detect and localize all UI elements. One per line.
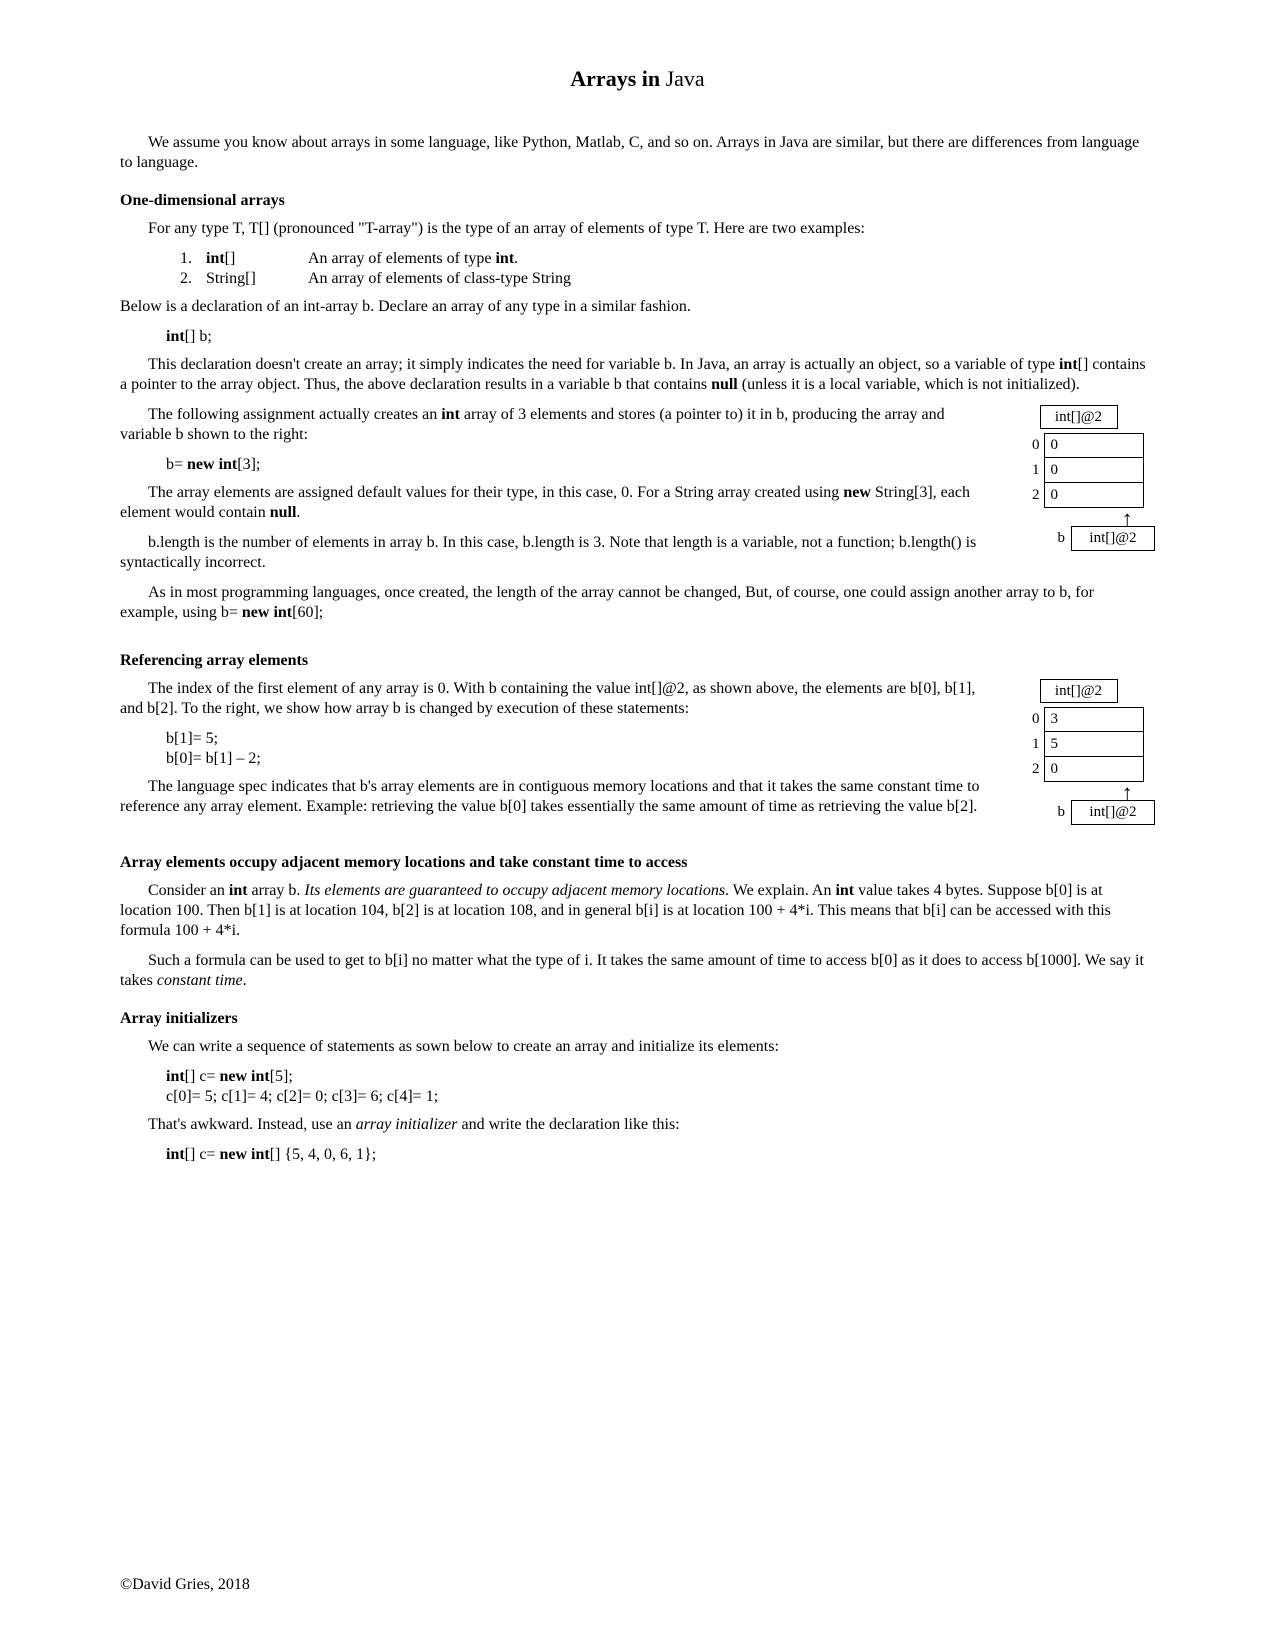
code-block: b[1]= 5; b[0]= b[1] – 2; bbox=[166, 729, 1155, 769]
list-item: 2. String[] An array of elements of clas… bbox=[180, 269, 1155, 289]
paragraph: We assume you know about arrays in some … bbox=[120, 133, 1155, 173]
array-index: 1 bbox=[1020, 732, 1044, 757]
array-row: 2 0 bbox=[1020, 757, 1156, 782]
array-index: 0 bbox=[1020, 433, 1044, 458]
paragraph: The language spec indicates that b's arr… bbox=[120, 777, 1155, 817]
array-row: 2 0 bbox=[1020, 483, 1156, 508]
variable-pointer: b int[]@2 bbox=[1058, 526, 1156, 551]
array-row: 1 5 bbox=[1020, 732, 1156, 757]
section-heading: Referencing array elements bbox=[120, 651, 1155, 671]
array-cell: 0 bbox=[1044, 458, 1144, 483]
array-cell: 0 bbox=[1044, 433, 1144, 458]
section-heading: Array initializers bbox=[120, 1009, 1155, 1029]
paragraph: The array elements are assigned default … bbox=[120, 483, 1155, 523]
code-block: int[] c= new int[5]; c[0]= 5; c[1]= 4; c… bbox=[166, 1067, 1155, 1107]
paragraph: For any type T, T[] (pronounced "T-array… bbox=[120, 219, 1155, 239]
paragraph: b.length is the number of elements in ar… bbox=[120, 533, 1155, 573]
footer-copyright: ©David Gries, 2018 bbox=[120, 1575, 250, 1595]
array-index: 0 bbox=[1020, 707, 1044, 732]
list-desc: An array of elements of type int. bbox=[308, 249, 518, 269]
code-line: int[] c= new int[5]; bbox=[166, 1067, 1155, 1087]
array-object-tag: int[]@2 bbox=[1040, 405, 1118, 430]
paragraph: Below is a declaration of an int-array b… bbox=[120, 297, 1155, 317]
array-object-tag: int[]@2 bbox=[1040, 679, 1118, 704]
code-line: c[0]= 5; c[1]= 4; c[2]= 0; c[3]= 6; c[4]… bbox=[166, 1087, 1155, 1107]
paragraph: Consider an int array b. Its elements ar… bbox=[120, 881, 1155, 941]
paragraph: Such a formula can be used to get to b[i… bbox=[120, 951, 1155, 991]
array-cell: 3 bbox=[1044, 707, 1144, 732]
paragraph: The index of the first element of any ar… bbox=[120, 679, 1155, 719]
variable-value: int[]@2 bbox=[1071, 800, 1155, 825]
variable-label: b bbox=[1058, 529, 1066, 548]
variable-pointer: b int[]@2 bbox=[1058, 800, 1156, 825]
array-cell: 5 bbox=[1044, 732, 1144, 757]
example-list: 1. int[] An array of elements of type in… bbox=[180, 249, 1155, 289]
array-row: 0 3 bbox=[1020, 707, 1156, 732]
array-index: 1 bbox=[1020, 458, 1044, 483]
paragraph: That's awkward. Instead, use an array in… bbox=[120, 1115, 1155, 1135]
array-cell: 0 bbox=[1044, 757, 1144, 782]
array-index: 2 bbox=[1020, 483, 1044, 508]
array-index: 2 bbox=[1020, 757, 1044, 782]
array-row: 0 0 bbox=[1020, 433, 1156, 458]
variable-value: int[]@2 bbox=[1071, 526, 1155, 551]
list-type: String[] bbox=[206, 269, 296, 289]
variable-label: b bbox=[1058, 803, 1066, 822]
array-diagram-2: int[]@2 0 3 1 5 2 0 ↑ b int[]@2 bbox=[1020, 679, 1156, 826]
list-item: 1. int[] An array of elements of type in… bbox=[180, 249, 1155, 269]
section-heading: Array elements occupy adjacent memory lo… bbox=[120, 853, 1155, 873]
code-line: b[1]= 5; bbox=[166, 729, 1155, 749]
array-cell: 0 bbox=[1044, 483, 1144, 508]
paragraph: We can write a sequence of statements as… bbox=[120, 1037, 1155, 1057]
code-line: b[0]= b[1] – 2; bbox=[166, 749, 1155, 769]
array-diagram-1: int[]@2 0 0 1 0 2 0 ↑ b int[]@2 bbox=[1020, 405, 1156, 552]
code-block: int[] c= new int[] {5, 4, 0, 6, 1}; bbox=[166, 1145, 1155, 1165]
list-number: 1. bbox=[180, 249, 194, 269]
code-block: b= new int[3]; bbox=[166, 455, 1155, 475]
list-desc: An array of elements of class-type Strin… bbox=[308, 269, 571, 289]
list-type: int[] bbox=[206, 249, 296, 269]
paragraph: This declaration doesn't create an array… bbox=[120, 355, 1155, 395]
code-block: int[] b; bbox=[166, 327, 1155, 347]
array-row: 1 0 bbox=[1020, 458, 1156, 483]
list-number: 2. bbox=[180, 269, 194, 289]
section-heading: One-dimensional arrays bbox=[120, 191, 1155, 211]
paragraph: The following assignment actually create… bbox=[120, 405, 1155, 445]
paragraph: As in most programming languages, once c… bbox=[120, 583, 1155, 623]
page-title: Arrays in Java bbox=[120, 65, 1155, 93]
